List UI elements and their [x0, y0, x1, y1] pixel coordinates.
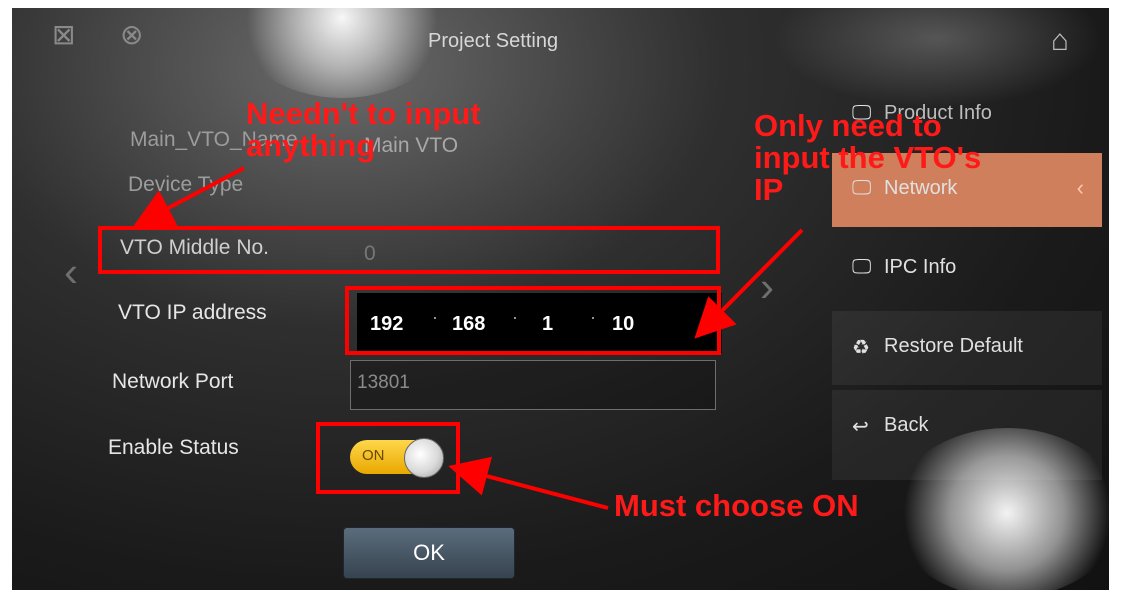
device-screen: ⊠ ⊗ Project Setting ⌂ ‹ › Main_VTO_Name … [12, 8, 1109, 590]
arrow-to-toggle [448, 456, 609, 510]
annotation-arrows [132, 166, 804, 510]
arrow-to-ip [694, 228, 804, 339]
arrow-to-middle-no [132, 166, 245, 227]
